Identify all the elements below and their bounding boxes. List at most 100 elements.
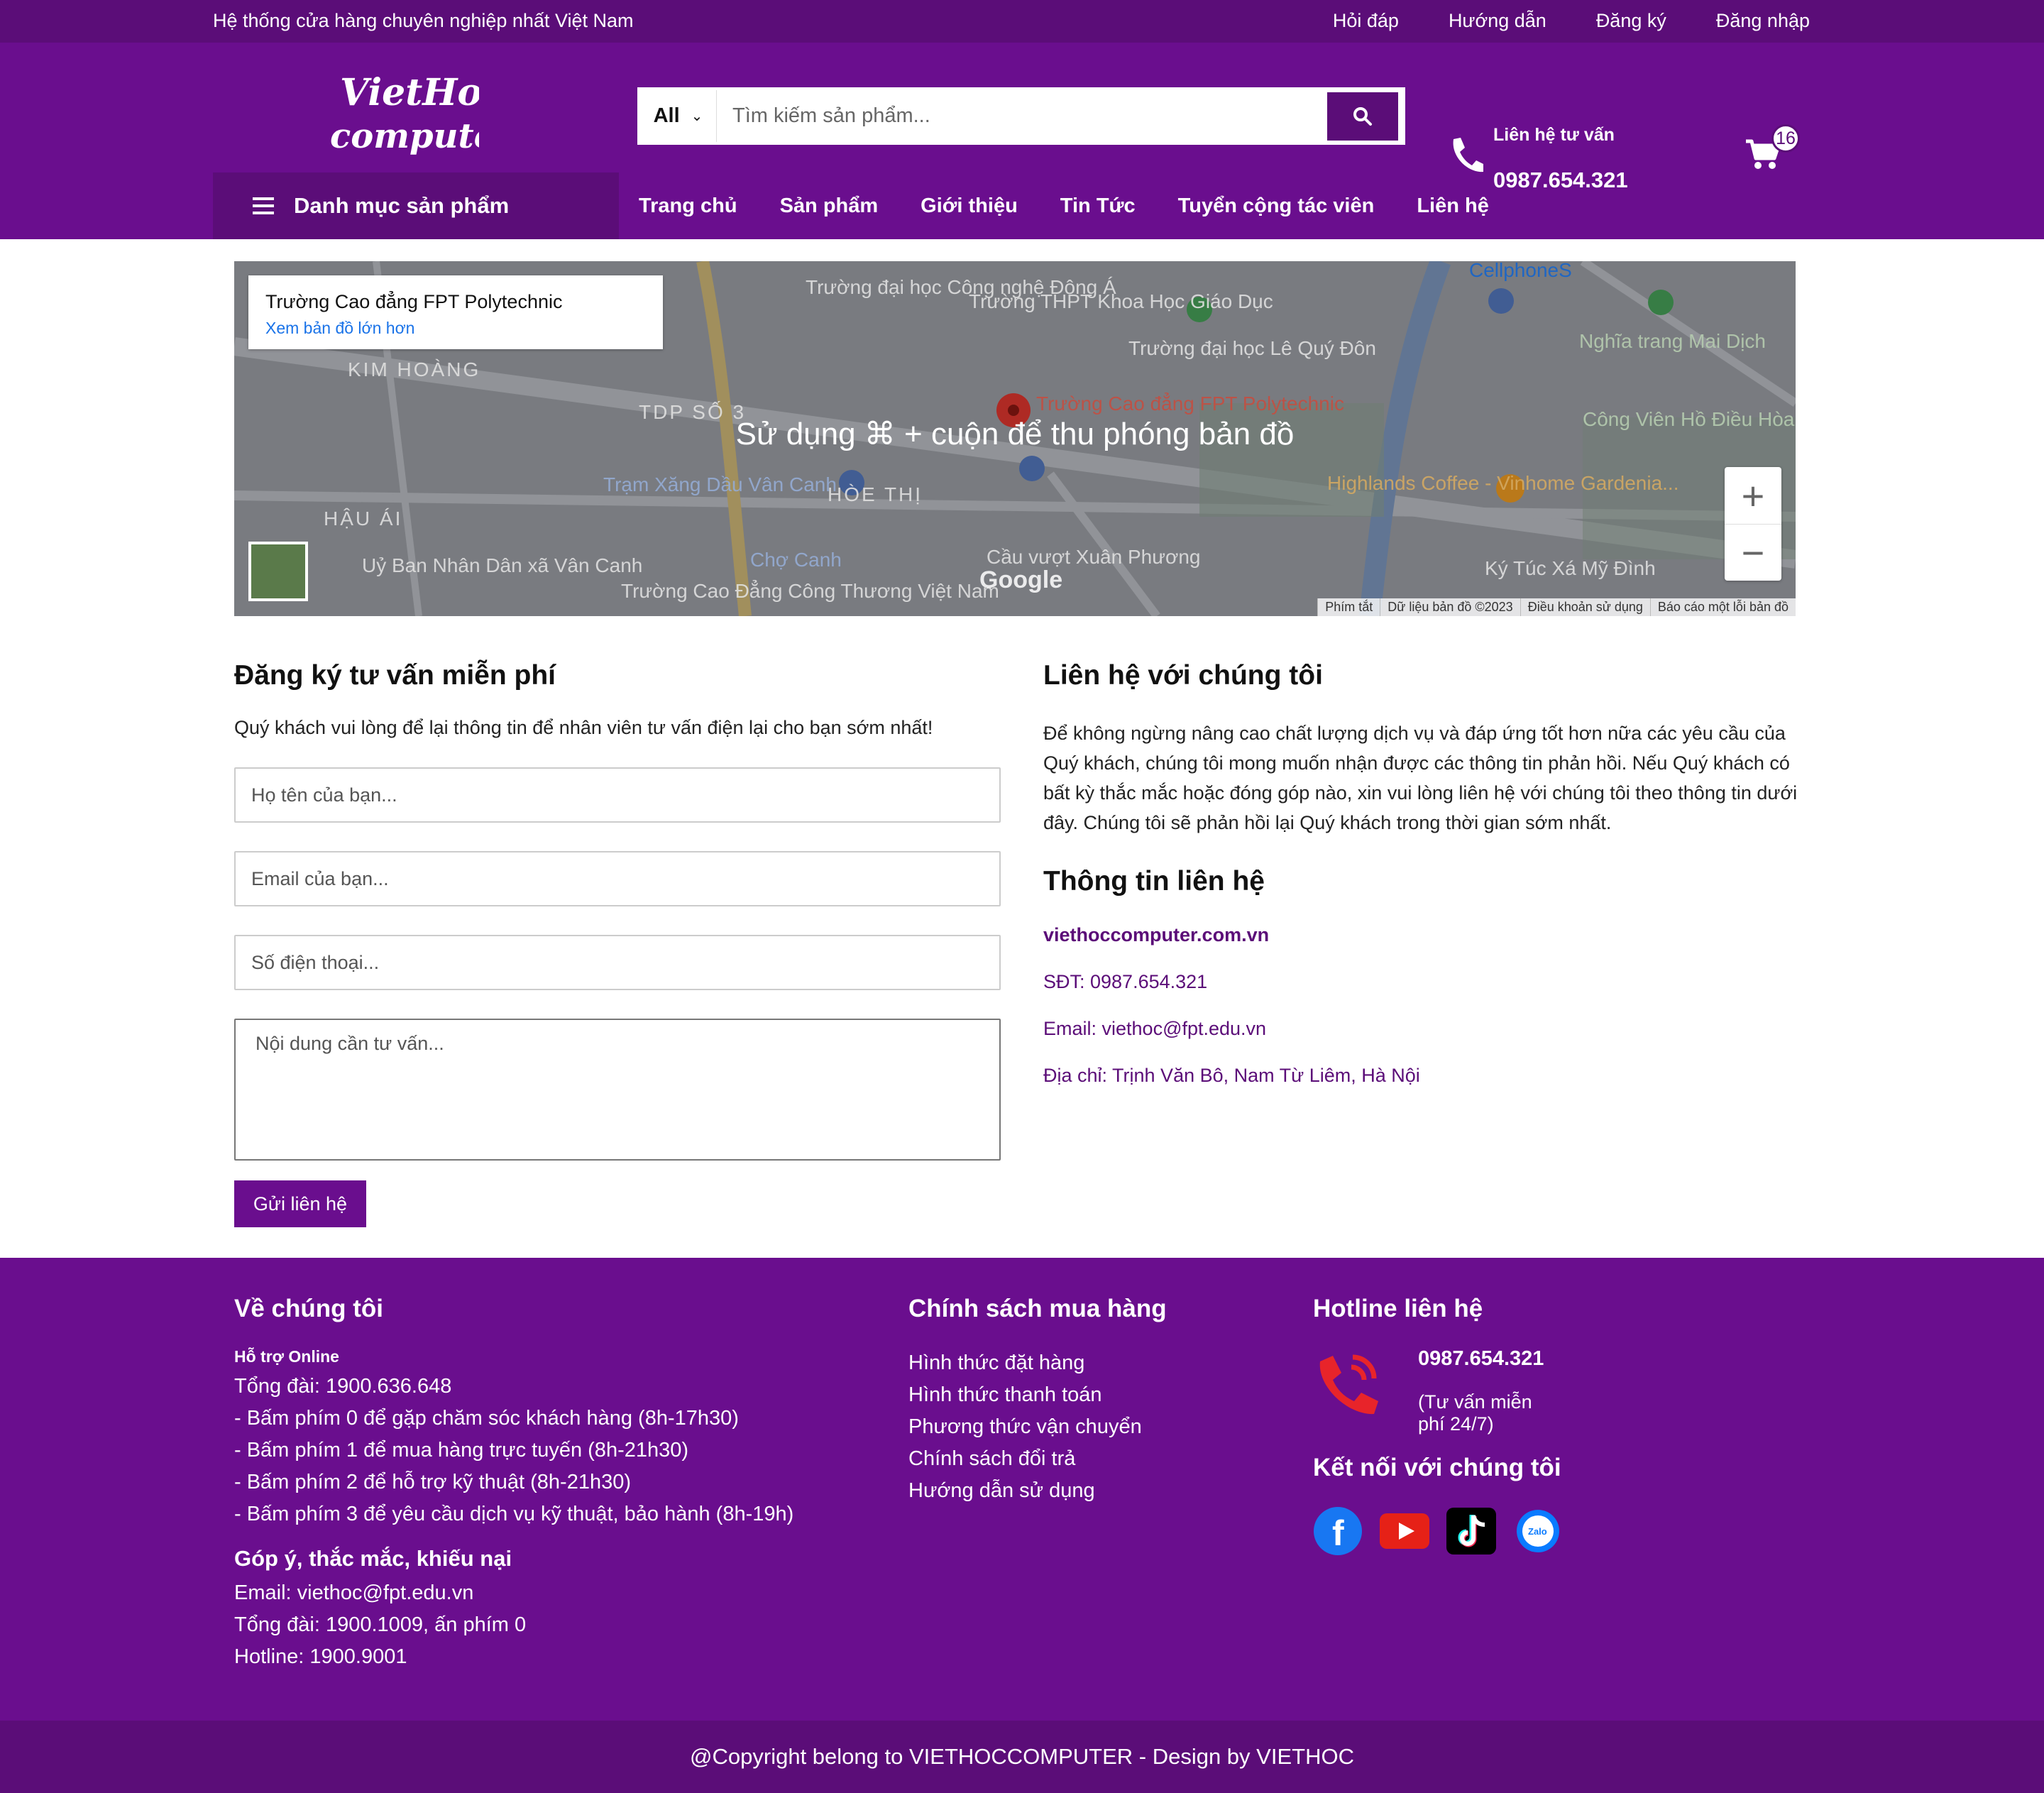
zoom-out-button[interactable]: −: [1725, 524, 1781, 581]
tiktok-icon[interactable]: [1446, 1508, 1496, 1555]
register-link[interactable]: Đăng ký: [1596, 10, 1666, 32]
footer-policy-title: Chính sách mua hàng: [908, 1295, 1167, 1322]
google-logo: Google: [979, 566, 1063, 593]
feedback-title: Góp ý, thắc mắc, khiếu nại: [234, 1546, 512, 1571]
contact-section: Liên hệ với chúng tôi Để không ngừng nân…: [1043, 660, 1817, 1112]
footer-hotline-title: Hotline liên hệ: [1313, 1295, 1483, 1322]
footer-policy: Chính sách mua hàng Hình thức đặt hàng H…: [908, 1295, 1167, 1507]
site-logo[interactable]: VietHoc computer: [330, 64, 516, 163]
category-menu-label: Danh mục sản phẩm: [294, 193, 510, 218]
contact-title: Liên hệ với chúng tôi: [1043, 660, 1323, 691]
policy-link-order[interactable]: Hình thức đặt hàng: [908, 1347, 1167, 1379]
nav-recruit[interactable]: Tuyển cộng tác viên: [1178, 194, 1375, 218]
copyright-bar: @Copyright belong to VIETHOCCOMPUTER - D…: [0, 1721, 2044, 1793]
contact-email[interactable]: Email: viethoc@fpt.edu.vn: [1043, 1018, 1817, 1040]
map-terms-link[interactable]: Điều khoản sử dụng: [1520, 598, 1650, 616]
submit-button[interactable]: Gửi liên hệ: [234, 1180, 366, 1227]
nav-contact[interactable]: Liên hệ: [1417, 194, 1489, 218]
map-info-card: Trường Cao đẳng FPT Polytechnic Xem bản …: [248, 275, 663, 349]
search-input[interactable]: [717, 90, 1327, 142]
contact-phone[interactable]: SĐT: 0987.654.321: [1043, 971, 1817, 993]
feedback-line: Email: viethoc@fpt.edu.vn: [234, 1581, 474, 1604]
nav-news[interactable]: Tin Tức: [1060, 194, 1136, 218]
logo-graphic: VietHoc computer: [330, 71, 516, 156]
footer-about-title: Về chúng tôi: [234, 1295, 383, 1322]
logo-line1: VietHoc: [340, 71, 479, 114]
contact-info-title: Thông tin liên hệ: [1043, 866, 1265, 896]
contact-website-link[interactable]: viethoccomputer.com.vn: [1043, 924, 1817, 946]
policy-link-shipping[interactable]: Phương thức vận chuyển: [908, 1411, 1167, 1443]
top-links: Hỏi đáp Hướng dẫn Đăng ký Đăng nhập: [1333, 10, 1810, 32]
map-zoom-controls: + −: [1725, 467, 1781, 581]
phone-ringing-icon: [1319, 1354, 1378, 1415]
social-links: f Zalo: [1313, 1507, 1563, 1555]
support-line: - Bấm phím 3 để yêu cầu dịch vụ kỹ thuật…: [234, 1503, 794, 1525]
main-nav: Trang chủ Sản phẩm Giới thiệu Tin Tức Tu…: [639, 172, 1489, 239]
search-category-select[interactable]: All ⌄: [640, 90, 717, 142]
contact-info-list: viethoccomputer.com.vn SĐT: 0987.654.321…: [1043, 924, 1817, 1087]
contact-description: Để không ngừng nâng cao chất lượng dịch …: [1043, 723, 1798, 833]
search-bar: All ⌄: [637, 87, 1405, 145]
facebook-icon[interactable]: f: [1313, 1507, 1363, 1555]
phone-field[interactable]: [234, 935, 1001, 990]
copyright-text: @Copyright belong to VIETHOCCOMPUTER - D…: [690, 1744, 1354, 1769]
online-support-label: Hỗ trợ Online: [234, 1347, 339, 1366]
top-bar: Hệ thống cửa hàng chuyên nghiệp nhất Việ…: [0, 0, 2044, 43]
search-icon: [1353, 106, 1372, 126]
guide-link[interactable]: Hướng dẫn: [1449, 10, 1546, 32]
search-category-value: All: [653, 104, 680, 127]
feedback-line: Hotline: 1900.9001: [234, 1645, 407, 1668]
name-field[interactable]: [234, 767, 1001, 823]
map-report-link[interactable]: Báo cáo một lỗi bản đồ: [1649, 598, 1796, 616]
policy-link-guide[interactable]: Hướng dẫn sử dụng: [908, 1475, 1167, 1507]
zoom-in-button[interactable]: +: [1725, 467, 1781, 524]
embedded-map[interactable]: KIM HOÀNG TDP SỐ 3 HẬU ÁI HÒE THỊ Cellph…: [234, 261, 1796, 616]
support-line: Tổng đài: 1900.636.648: [234, 1375, 452, 1398]
footer: Về chúng tôi Hỗ trợ Online Tổng đài: 190…: [0, 1258, 2044, 1721]
satellite-toggle[interactable]: [248, 542, 308, 601]
form-intro: Quý khách vui lòng để lại thông tin để n…: [234, 717, 933, 738]
support-line: - Bấm phím 2 để hỗ trợ kỹ thuật (8h-21h3…: [234, 1471, 632, 1493]
support-line: - Bấm phím 0 để gặp chăm sóc khách hàng …: [234, 1407, 739, 1430]
nav-home[interactable]: Trang chủ: [639, 194, 737, 218]
zalo-icon[interactable]: Zalo: [1513, 1508, 1563, 1555]
nav-products[interactable]: Sản phẩm: [780, 194, 879, 218]
nav-about[interactable]: Giới thiệu: [921, 194, 1018, 218]
footer-hotline: Hotline liên hệ 0987.654.321 (Tư vấn miễ…: [1313, 1295, 1563, 1555]
email-field[interactable]: [234, 851, 1001, 906]
map-zoom-hint: Sử dụng ⌘ + cuộn để thu phóng bản đồ: [735, 417, 1295, 451]
phone-icon: [1453, 138, 1483, 172]
map-place-title: Trường Cao đẳng FPT Polytechnic: [265, 291, 563, 312]
logo-line2: computer: [330, 116, 479, 156]
footer-hotline-number[interactable]: 0987.654.321: [1418, 1347, 1544, 1371]
footer-hotline-block: 0987.654.321 (Tư vấn miễn phí 24/7): [1313, 1347, 1563, 1435]
faq-link[interactable]: Hỏi đáp: [1333, 10, 1399, 32]
policy-links: Hình thức đặt hàng Hình thức thanh toán …: [908, 1347, 1167, 1507]
footer-about: Về chúng tôi Hỗ trợ Online Tổng đài: 190…: [234, 1295, 793, 1673]
content-field[interactable]: [234, 1019, 1001, 1161]
category-menu-button[interactable]: Danh mục sản phẩm: [213, 172, 619, 239]
consult-form-section: Đăng ký tư vấn miễn phí Quý khách vui lò…: [234, 660, 1001, 1227]
cart-button[interactable]: 16: [1746, 124, 1800, 173]
search-button[interactable]: [1327, 92, 1398, 141]
youtube-icon[interactable]: [1380, 1508, 1429, 1555]
support-line: - Bấm phím 1 để mua hàng trực tuyến (8h-…: [234, 1439, 689, 1462]
map-shortcuts-link[interactable]: Phím tắt: [1317, 598, 1380, 616]
map-larger-link[interactable]: Xem bản đồ lớn hơn: [265, 319, 646, 338]
policy-link-payment[interactable]: Hình thức thanh toán: [908, 1379, 1167, 1411]
feedback-lines: Email: viethoc@fpt.edu.vn Tổng đài: 1900…: [234, 1577, 793, 1673]
social-title: Kết nối với chúng tôi: [1313, 1454, 1561, 1481]
login-link[interactable]: Đăng nhập: [1716, 10, 1810, 32]
svg-text:f: f: [1332, 1513, 1344, 1553]
support-lines: Tổng đài: 1900.636.648 - Bấm phím 0 để g…: [234, 1371, 793, 1530]
hotline-label: Liên hệ tư vấn: [1493, 125, 1615, 145]
slogan: Hệ thống cửa hàng chuyên nghiệp nhất Việ…: [213, 10, 634, 31]
chevron-down-icon: ⌄: [691, 109, 703, 124]
footer-hotline-note: (Tư vấn miễn phí 24/7): [1418, 1391, 1532, 1435]
header: VietHoc computer All ⌄ Liên hệ tư vấn 09…: [0, 43, 2044, 239]
policy-link-return[interactable]: Chính sách đổi trả: [908, 1443, 1167, 1475]
svg-text:Zalo: Zalo: [1528, 1526, 1547, 1537]
feedback-line: Tổng đài: 1900.1009, ấn phím 0: [234, 1613, 527, 1636]
hotline-number[interactable]: 0987.654.321: [1493, 168, 1628, 193]
map-data-text: Dữ liệu bản đồ ©2023: [1380, 598, 1520, 616]
